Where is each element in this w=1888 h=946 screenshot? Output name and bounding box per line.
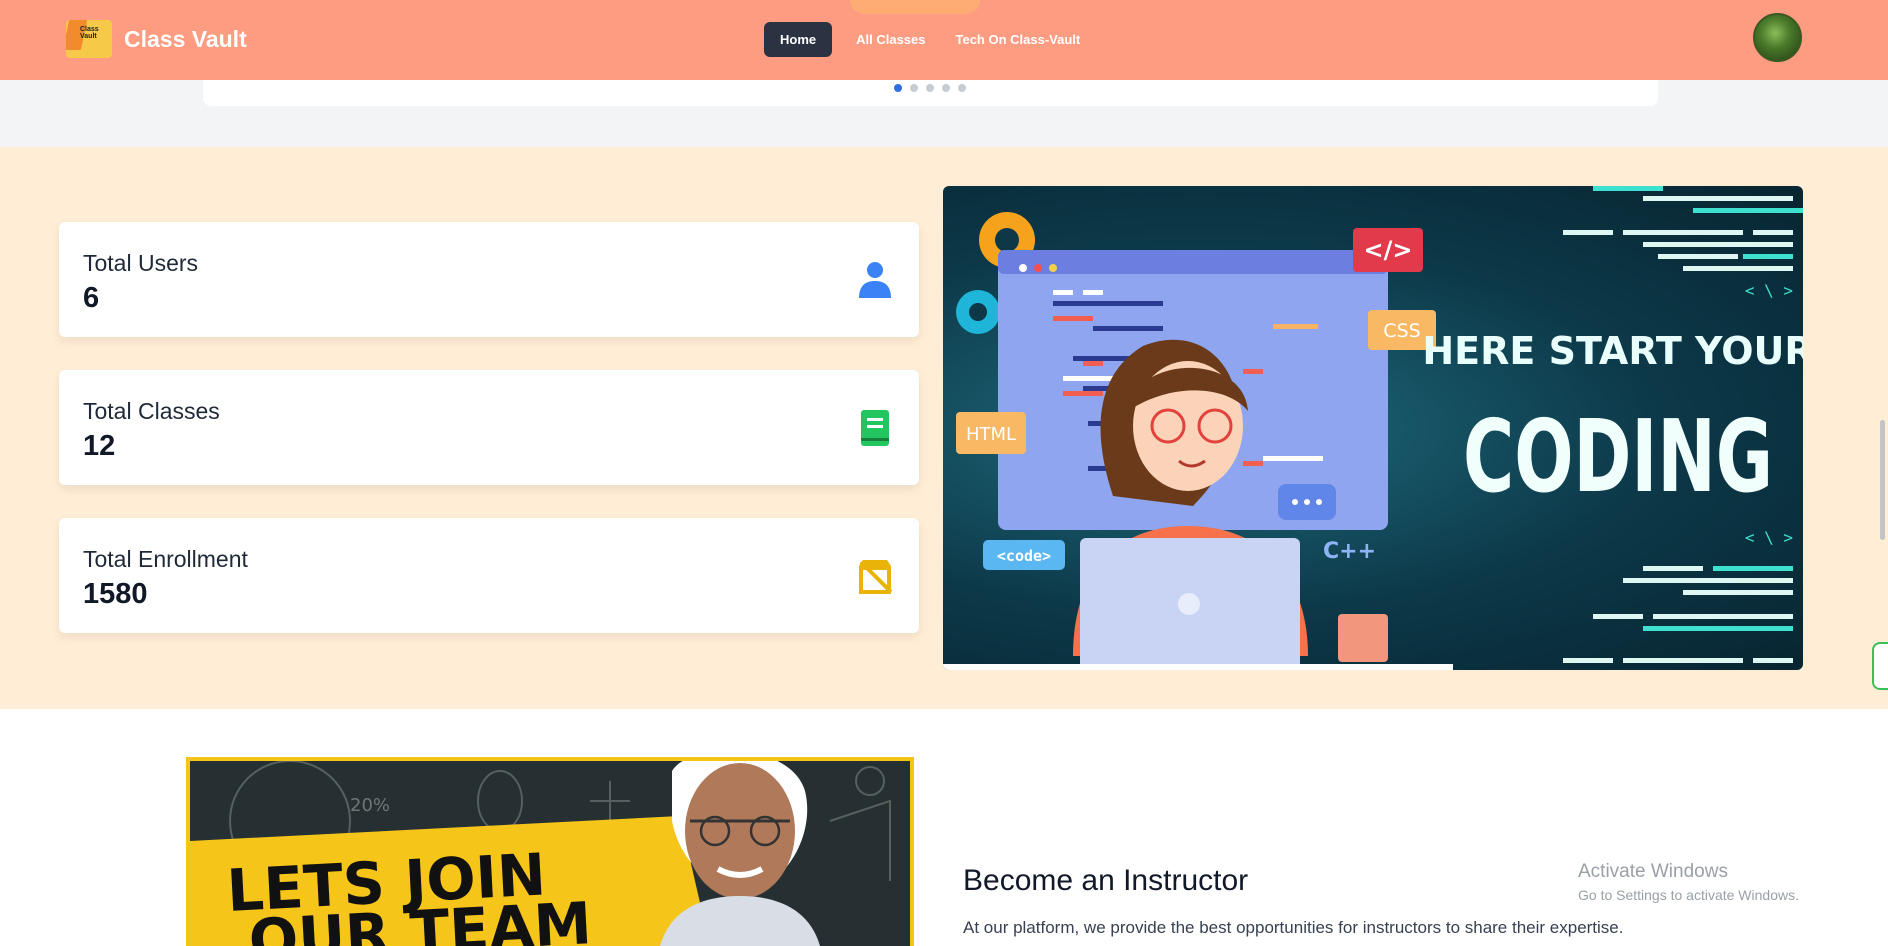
navbar: Class Vault Class Vault Home All Classes… <box>0 0 1888 80</box>
slider-dot[interactable] <box>894 84 902 92</box>
slider-dot[interactable] <box>910 84 918 92</box>
svg-text:HTML: HTML <box>966 424 1016 445</box>
stat-title: Total Enrollment <box>83 546 248 572</box>
stat-card-total-enrollment: Total Enrollment 1580 <box>59 518 919 633</box>
chalk-text: 20% <box>350 795 390 816</box>
user-icon <box>859 262 891 298</box>
activate-windows-subtitle: Go to Settings to activate Windows. <box>1578 887 1799 903</box>
nav-links: Home All Classes Tech On Class-Vault <box>764 22 1086 57</box>
brand-logo-text: Class Vault <box>80 26 99 40</box>
scrollbar[interactable] <box>1880 420 1885 540</box>
brand-logo: Class Vault <box>66 20 112 58</box>
coding-illustration: < \ > < \ > </> CSS HTML <code> C++ HERE… <box>943 186 1803 670</box>
brand-name: Class Vault <box>124 25 247 52</box>
stat-title: Total Users <box>83 250 199 276</box>
svg-text:</>: </> <box>1364 236 1413 264</box>
slider-dot[interactable] <box>942 84 950 92</box>
banner-headline-main: CODING <box>1463 398 1773 515</box>
nav-link-tech-on-class-vault[interactable]: Tech On Class-Vault <box>950 22 1087 57</box>
gear-icon <box>956 290 1000 334</box>
book-icon <box>861 410 889 446</box>
stat-value: 6 <box>83 282 100 314</box>
stat-card-total-users: Total Users 6 <box>59 222 919 337</box>
mug-icon <box>1338 614 1388 662</box>
activate-windows-title: Activate Windows <box>1578 861 1728 882</box>
navbar-glow <box>850 0 980 14</box>
become-instructor-description: At our platform, we provide the best opp… <box>963 918 1624 937</box>
banner-progress <box>943 664 1453 670</box>
brand[interactable]: Class Vault Class Vault <box>66 20 247 58</box>
nav-link-all-classes[interactable]: All Classes <box>850 22 931 57</box>
activate-windows-watermark: Activate Windows Go to Settings to activ… <box>1578 861 1799 903</box>
join-team-image: 20% LETS JOIN OUR TEAM <box>186 757 914 946</box>
side-widget[interactable] <box>1872 642 1888 690</box>
slider-dot[interactable] <box>926 84 934 92</box>
slider-dot[interactable] <box>958 84 966 92</box>
banner-headline-top: HERE START YOUR <box>1422 329 1803 373</box>
become-instructor-title: Become an Instructor <box>963 864 1249 897</box>
stat-value: 1580 <box>83 578 148 610</box>
stat-title: Total Classes <box>83 398 220 424</box>
svg-text:<code>: <code> <box>997 547 1051 565</box>
slider-dots <box>894 84 966 92</box>
nav-link-home[interactable]: Home <box>764 22 833 57</box>
coding-banner: < \ > < \ > </> CSS HTML <code> C++ HERE… <box>943 186 1803 670</box>
svg-text:< \ >: < \ > <box>1745 528 1793 547</box>
stat-value: 12 <box>83 430 116 462</box>
stat-card-total-classes: Total Classes 12 <box>59 370 919 485</box>
user-avatar[interactable] <box>1753 13 1802 62</box>
svg-text:C++: C++ <box>1323 539 1376 564</box>
enrollment-icon <box>859 560 893 594</box>
code-chevrons: < \ > <box>1745 281 1793 300</box>
svg-text:CSS: CSS <box>1383 320 1420 342</box>
